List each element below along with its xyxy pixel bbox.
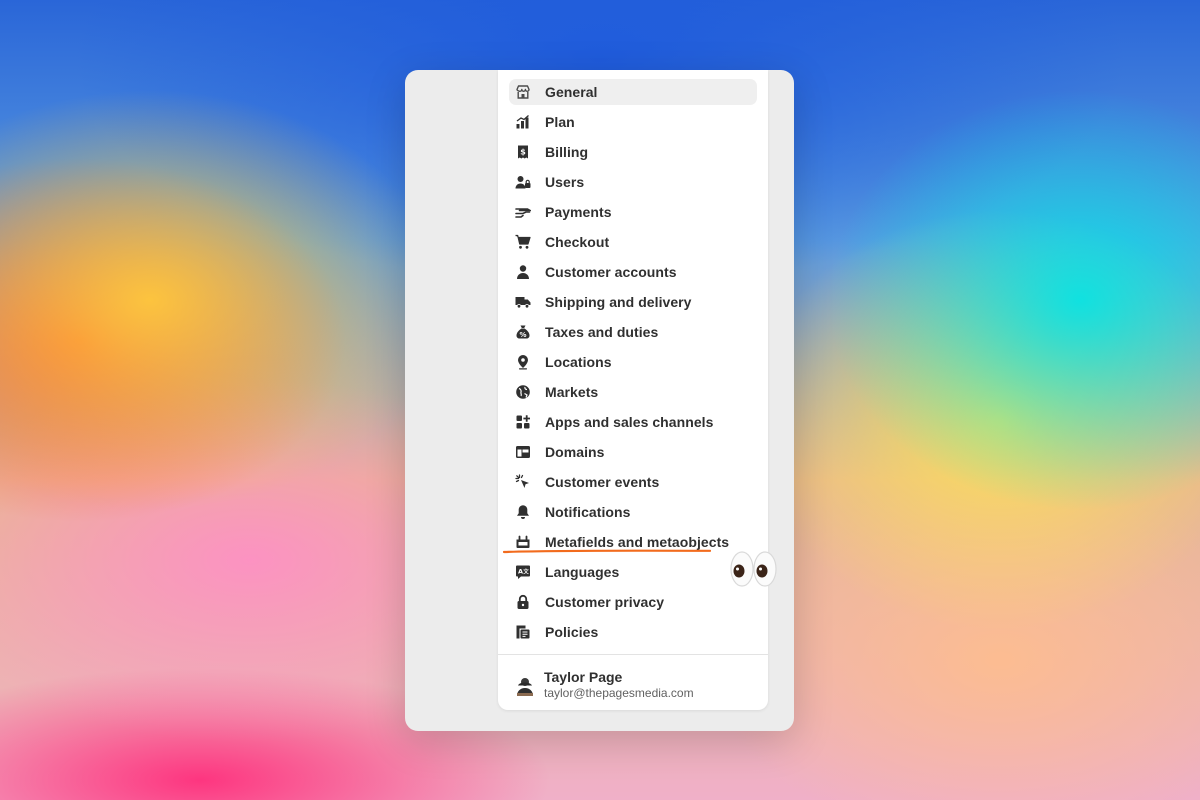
user-name: Taylor Page (544, 669, 623, 685)
nav-item-payments[interactable]: Payments (509, 199, 757, 225)
nav-item-apps[interactable]: Apps and sales channels (509, 409, 757, 435)
nav-label-policies: Policies (545, 624, 599, 640)
plan-chart-icon (515, 114, 531, 130)
person-icon (515, 264, 531, 280)
nav-item-locations[interactable]: Locations (509, 349, 757, 375)
nav-item-checkout[interactable]: Checkout (509, 229, 757, 255)
cart-icon (515, 234, 531, 250)
nav-label-customer-privacy: Customer privacy (545, 594, 665, 610)
globe-icon (515, 384, 531, 400)
nav-item-general[interactable]: General (509, 79, 757, 105)
nav-item-domains[interactable]: Domains (509, 439, 757, 465)
nav-label-apps: Apps and sales channels (545, 414, 714, 430)
lock-icon (515, 594, 531, 610)
nav-item-billing[interactable]: $ Billing (509, 139, 757, 165)
truck-icon (515, 294, 531, 310)
hand-payment-icon (515, 204, 531, 220)
nav-item-users[interactable]: Users (509, 169, 757, 195)
nav-label-checkout: Checkout (545, 234, 610, 250)
language-icon: A文 (515, 564, 531, 580)
nav-label-customer-events: Customer events (545, 474, 660, 490)
nav-item-policies[interactable]: Policies (509, 619, 757, 645)
nav-item-customer-privacy[interactable]: Customer privacy (509, 589, 757, 615)
nav-label-payments: Payments (545, 204, 612, 220)
settings-window: General Plan $ Billing Users Payments Ch… (405, 70, 794, 731)
settings-sidebar: General Plan $ Billing Users Payments Ch… (498, 70, 768, 710)
nav-label-shipping: Shipping and delivery (545, 294, 692, 310)
user-info: Taylor Page taylor@thepagesmedia.com (544, 669, 694, 701)
avatar (514, 674, 536, 696)
nav-label-languages: Languages (545, 564, 620, 580)
nav-label-billing: Billing (545, 144, 589, 160)
settings-nav: General Plan $ Billing Users Payments Ch… (498, 79, 768, 649)
domain-window-icon (515, 444, 531, 460)
user-email: taylor@thepagesmedia.com (544, 686, 694, 700)
svg-text:%: % (519, 331, 526, 339)
nav-label-domains: Domains (545, 444, 605, 460)
nav-label-customer-accounts: Customer accounts (545, 264, 677, 280)
nav-label-locations: Locations (545, 354, 612, 370)
highlight-underline (503, 549, 711, 554)
nav-label-users: Users (545, 174, 585, 190)
nav-item-customer-accounts[interactable]: Customer accounts (509, 259, 757, 285)
eyes-emoji-icon (730, 551, 777, 587)
nav-label-plan: Plan (545, 114, 575, 130)
users-lock-icon (515, 174, 531, 190)
nav-label-taxes: Taxes and duties (545, 324, 659, 340)
svg-text:文: 文 (523, 568, 529, 576)
nav-label-markets: Markets (545, 384, 599, 400)
nav-item-markets[interactable]: Markets (509, 379, 757, 405)
nav-item-customer-events[interactable]: Customer events (509, 469, 757, 495)
cursor-click-icon (515, 474, 531, 490)
nav-label-notifications: Notifications (545, 504, 631, 520)
nav-item-notifications[interactable]: Notifications (509, 499, 757, 525)
store-icon (515, 84, 531, 100)
bell-icon (515, 504, 531, 520)
policy-document-icon (515, 624, 531, 640)
nav-item-languages[interactable]: A文 Languages (509, 559, 757, 585)
user-profile[interactable]: Taylor Page taylor@thepagesmedia.com (514, 667, 764, 703)
nav-item-plan[interactable]: Plan (509, 109, 757, 135)
location-pin-icon (515, 354, 531, 370)
nav-item-shipping[interactable]: Shipping and delivery (509, 289, 757, 315)
receipt-dollar-icon: $ (515, 144, 531, 160)
apps-grid-icon (515, 414, 531, 430)
money-bag-icon: % (515, 324, 531, 340)
nav-label-general: General (545, 84, 598, 100)
svg-text:$: $ (520, 148, 526, 157)
nav-item-taxes[interactable]: % Taxes and duties (509, 319, 757, 345)
menu-divider (498, 654, 768, 655)
